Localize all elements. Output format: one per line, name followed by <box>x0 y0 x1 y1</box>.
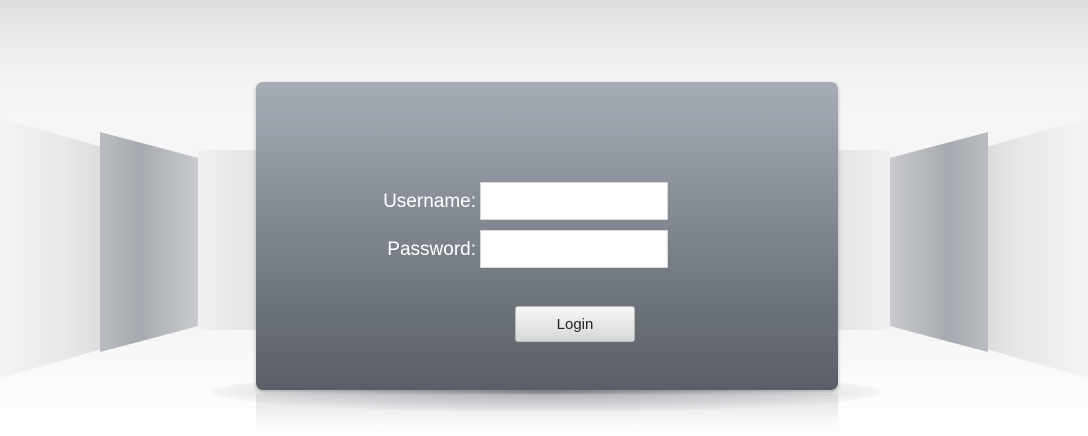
background-wall-right-outer <box>978 118 1088 378</box>
login-button[interactable]: Login <box>515 306 635 342</box>
background-wall-right-pillar <box>888 132 988 352</box>
login-page: Username: Password: Login <box>0 0 1088 436</box>
username-label: Username: <box>383 191 476 212</box>
background-wall-left-pillar <box>100 132 200 352</box>
password-input[interactable] <box>480 230 668 268</box>
login-panel: Username: Password: Login <box>256 82 838 390</box>
background-wall-right-inner <box>830 150 890 330</box>
password-row: Password: <box>256 230 838 270</box>
username-row: Username: <box>256 182 838 222</box>
background-wall-left-inner <box>198 150 258 330</box>
background-wall-left-outer <box>0 118 110 378</box>
password-label: Password: <box>387 239 476 260</box>
panel-reflection <box>256 394 838 436</box>
background-ceiling <box>0 0 1088 90</box>
username-input[interactable] <box>480 182 668 220</box>
